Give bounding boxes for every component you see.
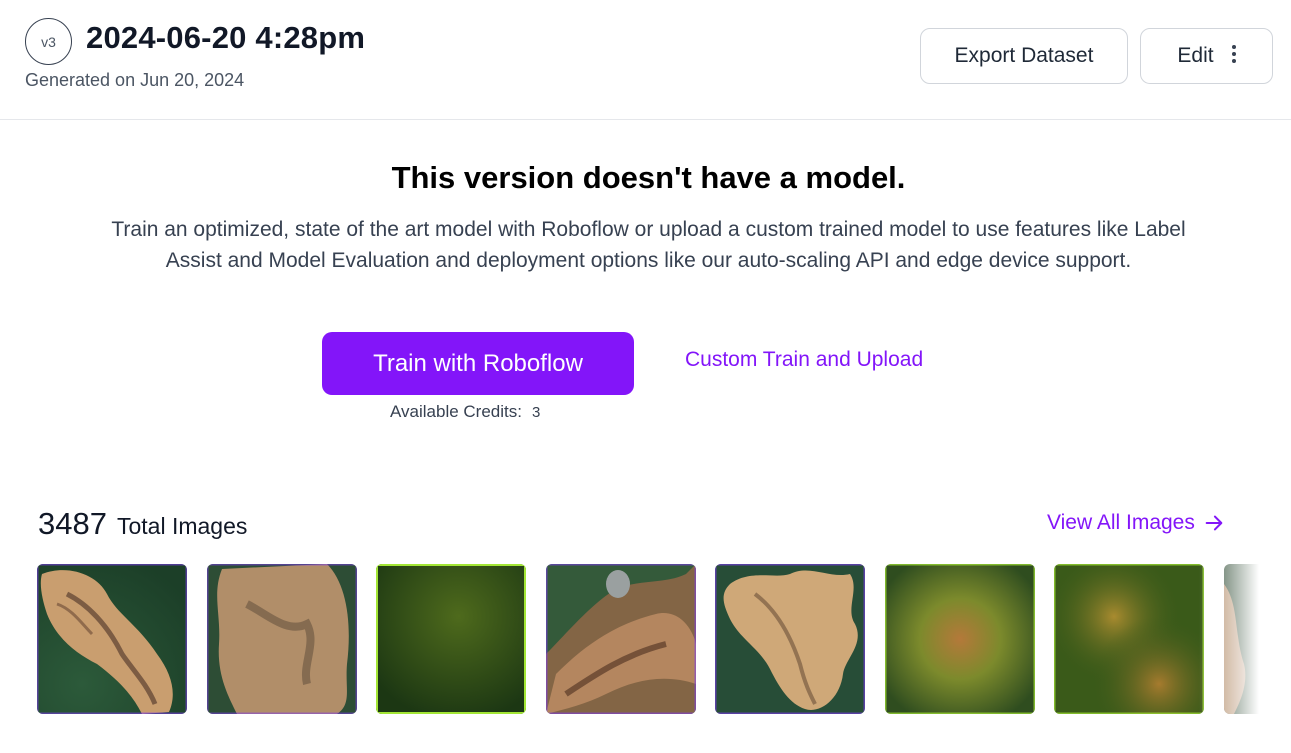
image-thumbnail-4[interactable] [546, 564, 696, 714]
train-with-roboflow-button[interactable]: Train with Roboflow [322, 332, 634, 395]
total-images-label: Total Images [116, 513, 248, 539]
view-all-images-link[interactable]: View All Images [1047, 511, 1225, 535]
version-header: v3 2024-06-20 4:28pm Generated on Jun 20… [0, 0, 1291, 120]
image-thumbnail-5[interactable] [715, 564, 865, 714]
available-credits: Available Credits: 3 [390, 402, 540, 422]
leaf-image-3 [376, 564, 526, 714]
image-thumbnail-2[interactable] [207, 564, 357, 714]
leaf-image-5 [715, 564, 865, 714]
leaf-image-6 [885, 564, 1035, 714]
version-badge: v3 [25, 18, 72, 65]
view-all-images-label: View All Images [1047, 511, 1195, 534]
no-model-title: This version doesn't have a model. [391, 160, 906, 195]
image-thumbnail-strip [37, 564, 1259, 714]
total-images-count: 3487 [38, 506, 107, 541]
image-thumbnail-8[interactable] [1224, 564, 1259, 714]
total-images: 3487 Total Images [38, 506, 247, 542]
version-generated-date: Generated on Jun 20, 2024 [25, 70, 245, 90]
image-thumbnail-3[interactable] [376, 564, 526, 714]
edit-button[interactable]: Edit [1140, 28, 1273, 84]
credits-label: Available Credits: [390, 402, 522, 421]
credits-value: 3 [531, 404, 541, 421]
image-thumbnail-6[interactable] [885, 564, 1035, 714]
leaf-image-1 [37, 564, 187, 714]
arrow-right-icon [1205, 515, 1223, 531]
leaf-image-2 [207, 564, 357, 714]
leaf-image-7 [1054, 564, 1204, 714]
image-thumbnail-7[interactable] [1054, 564, 1204, 714]
edit-button-label: Edit [1177, 44, 1214, 67]
no-model-description: Train an optimized, state of the art mod… [111, 218, 1186, 272]
image-thumbnail-1[interactable] [37, 564, 187, 714]
leaf-image-4 [546, 564, 696, 714]
leaf-image-8 [1224, 564, 1259, 714]
kebab-menu-icon [1231, 45, 1236, 63]
custom-train-upload-link[interactable]: Custom Train and Upload [685, 348, 923, 372]
version-title: 2024-06-20 4:28pm [86, 20, 366, 55]
export-dataset-button[interactable]: Export Dataset [920, 28, 1128, 84]
